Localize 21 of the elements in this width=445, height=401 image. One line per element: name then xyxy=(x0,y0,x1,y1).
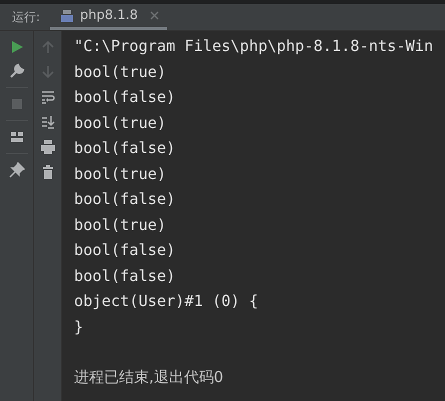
console-line: "C:\Program Files\php\php-8.1.8-nts-Win xyxy=(74,36,434,57)
console-line: bool(false) xyxy=(74,189,176,210)
run-label: 运行: xyxy=(11,8,42,26)
console-line: bool(true) xyxy=(74,112,168,134)
console-line: bool(false) xyxy=(74,240,176,261)
wrap-icon[interactable] xyxy=(40,89,56,105)
console-line: bool(false) xyxy=(74,138,176,159)
exit-message: 进程已结束,退出代码0 xyxy=(74,367,224,388)
php-file-icon xyxy=(60,8,74,22)
print-icon[interactable] xyxy=(40,139,56,155)
console-line: bool(true) xyxy=(74,214,168,236)
console-tab[interactable]: php8.1.8 xyxy=(50,4,167,30)
console-line: } xyxy=(74,316,84,338)
pin-icon[interactable] xyxy=(8,162,24,178)
console-line: object(User)#1 (0) { xyxy=(74,291,260,312)
console-line: bool(false) xyxy=(74,266,176,286)
scroll-to-end-icon[interactable] xyxy=(40,114,56,130)
console-line: bool(true) xyxy=(74,62,168,82)
console-line: bool(false) xyxy=(74,87,176,108)
console-line: bool(true) xyxy=(74,164,168,184)
layout-icon[interactable] xyxy=(8,129,24,145)
